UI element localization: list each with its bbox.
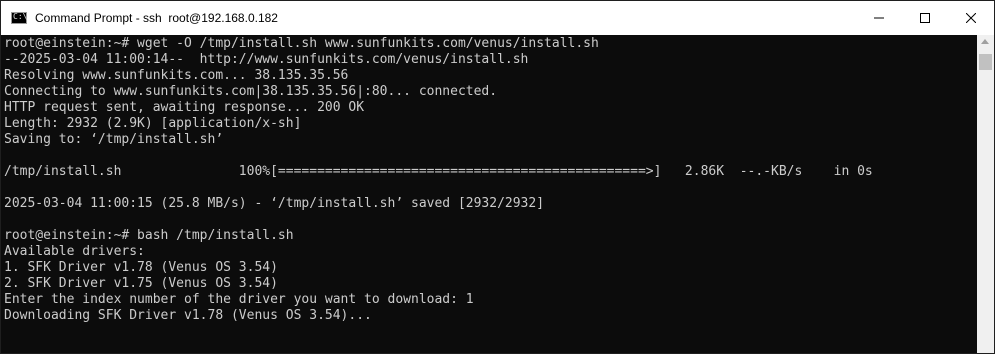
terminal-line: /tmp/install.sh 100%[===================…	[4, 164, 873, 179]
maximize-button[interactable]	[902, 1, 948, 35]
terminal-line: 2. SFK Driver v1.75 (Venus OS 3.54)	[4, 276, 278, 291]
title-bar[interactable]: C:\ Command Prompt - ssh root@192.168.0.…	[1, 1, 994, 35]
terminal-line: Available drivers:	[4, 244, 145, 259]
terminal-line: Length: 2932 (2.9K) [application/x-sh]	[4, 116, 302, 131]
close-icon	[966, 13, 976, 23]
window-controls	[856, 1, 994, 35]
terminal-line: Resolving www.sunfunkits.com... 38.135.3…	[4, 68, 349, 83]
scrollbar-track[interactable]	[977, 71, 994, 353]
terminal-line: root@einstein:~# bash /tmp/install.sh	[4, 228, 294, 243]
command-prompt-window: C:\ Command Prompt - ssh root@192.168.0.…	[0, 0, 995, 354]
terminal-output[interactable]: root@einstein:~# wget -O /tmp/install.sh…	[1, 35, 977, 353]
terminal-line: Connecting to www.sunfunkits.com|38.135.…	[4, 84, 498, 99]
terminal-lines: root@einstein:~# wget -O /tmp/install.sh…	[4, 36, 873, 324]
maximize-icon	[920, 13, 930, 23]
minimize-button[interactable]	[856, 1, 902, 35]
terminal-line: 1. SFK Driver v1.78 (Venus OS 3.54)	[4, 260, 278, 275]
terminal-line: HTTP request sent, awaiting response... …	[4, 100, 365, 115]
window-title: Command Prompt - ssh root@192.168.0.182	[35, 11, 278, 25]
terminal-line: Saving to: ‘/tmp/install.sh’	[4, 132, 224, 147]
terminal-line: Downloading SFK Driver v1.78 (Venus OS 3…	[4, 308, 372, 323]
minimize-icon	[874, 17, 884, 19]
cmd-icon[interactable]: C:\	[11, 12, 27, 24]
close-button[interactable]	[948, 1, 994, 35]
vertical-scrollbar[interactable]	[977, 35, 994, 353]
terminal-line: --2025-03-04 11:00:14-- http://www.sunfu…	[4, 52, 529, 67]
terminal-line: Enter the index number of the driver you…	[4, 292, 474, 307]
scroll-up-icon[interactable]	[981, 39, 989, 44]
terminal-line: root@einstein:~# wget -O /tmp/install.sh…	[4, 36, 599, 51]
scrollbar-thumb[interactable]	[979, 54, 992, 70]
terminal-line: 2025-03-04 11:00:15 (25.8 MB/s) - ‘/tmp/…	[4, 196, 545, 211]
